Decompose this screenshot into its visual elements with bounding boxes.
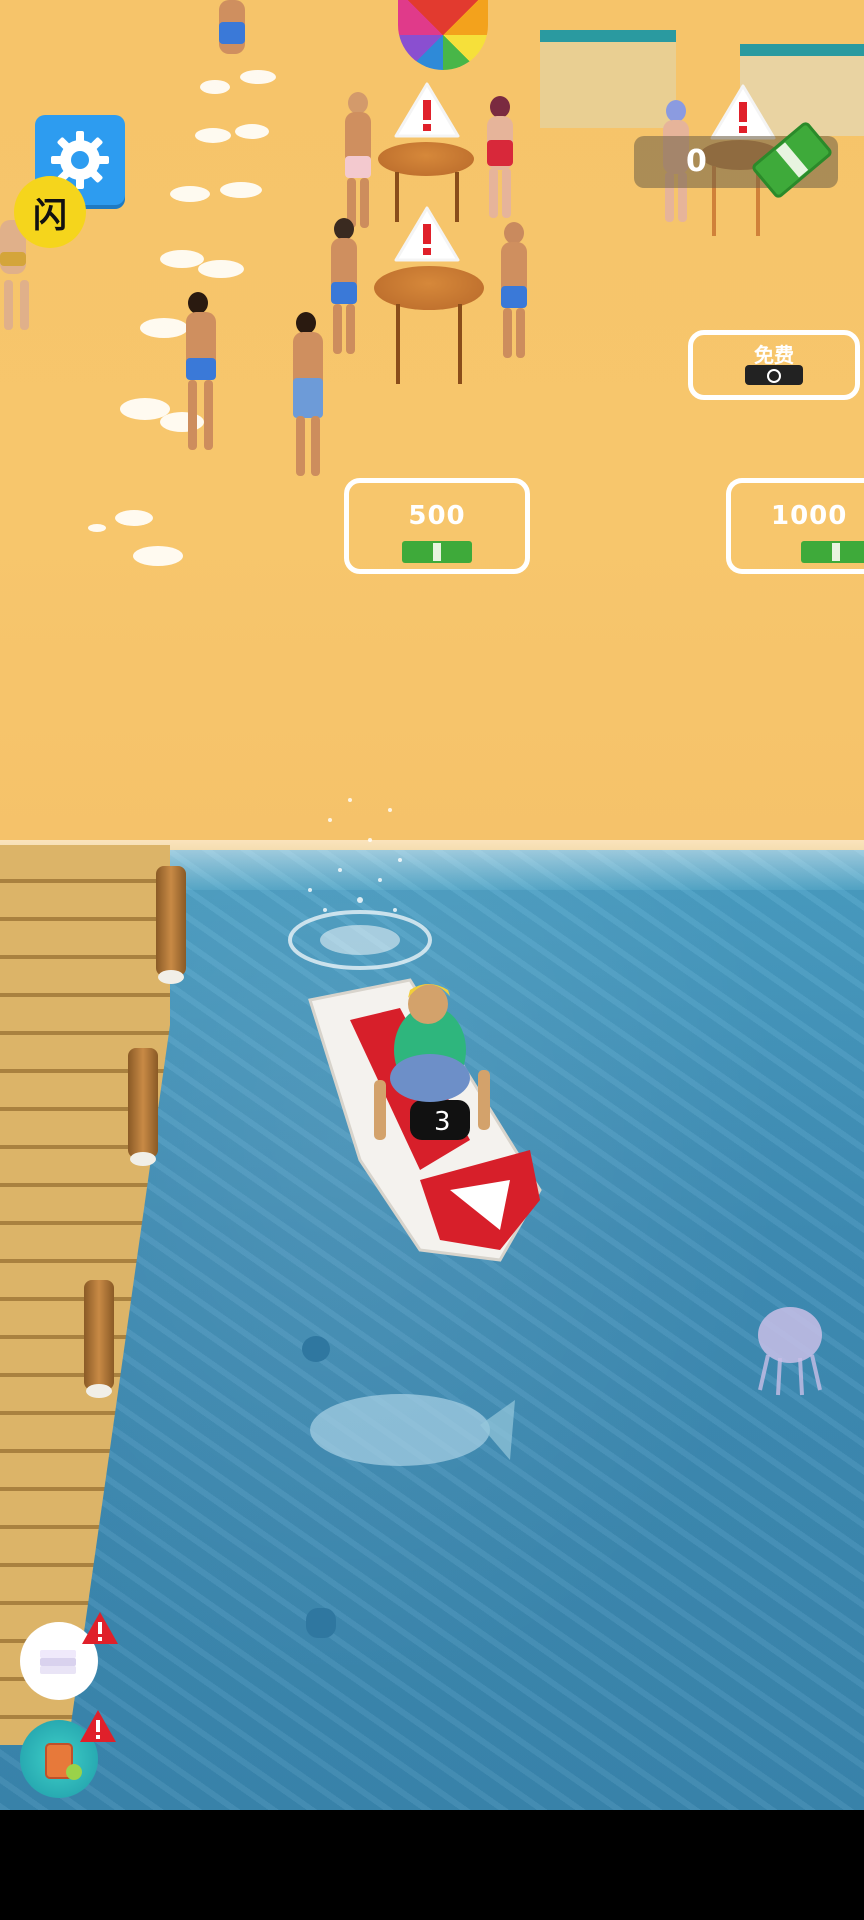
pier-post	[156, 866, 186, 984]
pier-post	[84, 1280, 114, 1398]
svg-text:3: 3	[434, 1107, 451, 1137]
footprint	[220, 182, 262, 198]
beachgoer	[284, 312, 330, 482]
pad-price: 1000	[771, 501, 848, 531]
beachgoer	[178, 292, 222, 462]
footprint	[88, 524, 106, 532]
footprint	[115, 510, 153, 526]
beach-table[interactable]	[374, 266, 484, 310]
water-spray	[288, 798, 432, 970]
alert-icon	[82, 1612, 118, 1644]
footprint	[160, 250, 204, 268]
purchase-pad-1000[interactable]: 1000	[726, 478, 864, 574]
flash-icon: 闪	[33, 195, 67, 236]
alert-icon	[80, 1710, 116, 1742]
system-nav-bar	[0, 1810, 864, 1920]
game-scene[interactable]: 500 1000 免费 3 闪 0	[0, 0, 864, 1810]
sea-rock	[306, 1608, 336, 1638]
whale	[310, 1394, 515, 1466]
jellyfish	[758, 1307, 822, 1396]
flash-bonus-button[interactable]: 闪	[14, 176, 86, 248]
cash-icon	[402, 541, 472, 563]
cash-icon	[752, 122, 832, 198]
beach-table[interactable]	[378, 142, 474, 176]
table-leg	[458, 304, 462, 384]
beach-shop-stall	[540, 30, 676, 128]
sea-rock	[302, 1336, 330, 1362]
beachgoer	[212, 0, 252, 80]
player-jetski[interactable]: 3	[300, 960, 560, 1280]
free-video-pad[interactable]: 免费	[688, 330, 860, 400]
footprint	[170, 186, 210, 202]
footprint	[198, 260, 244, 278]
video-icon	[745, 365, 803, 385]
pad-free-label: 免费	[754, 343, 794, 367]
cash-icon	[801, 541, 864, 563]
pad-price: 500	[408, 501, 466, 531]
beachgoer	[496, 222, 536, 382]
alert-icon	[394, 82, 460, 138]
footprint	[195, 128, 231, 143]
pier-post	[128, 1048, 158, 1166]
table-leg	[396, 304, 400, 384]
footprint	[200, 80, 230, 94]
purchase-pad-500[interactable]: 500	[344, 478, 530, 574]
footprint	[235, 124, 269, 139]
footprint	[133, 546, 183, 566]
alert-icon	[394, 206, 460, 262]
money-value: 0	[686, 144, 707, 179]
beachgoer	[326, 218, 366, 378]
